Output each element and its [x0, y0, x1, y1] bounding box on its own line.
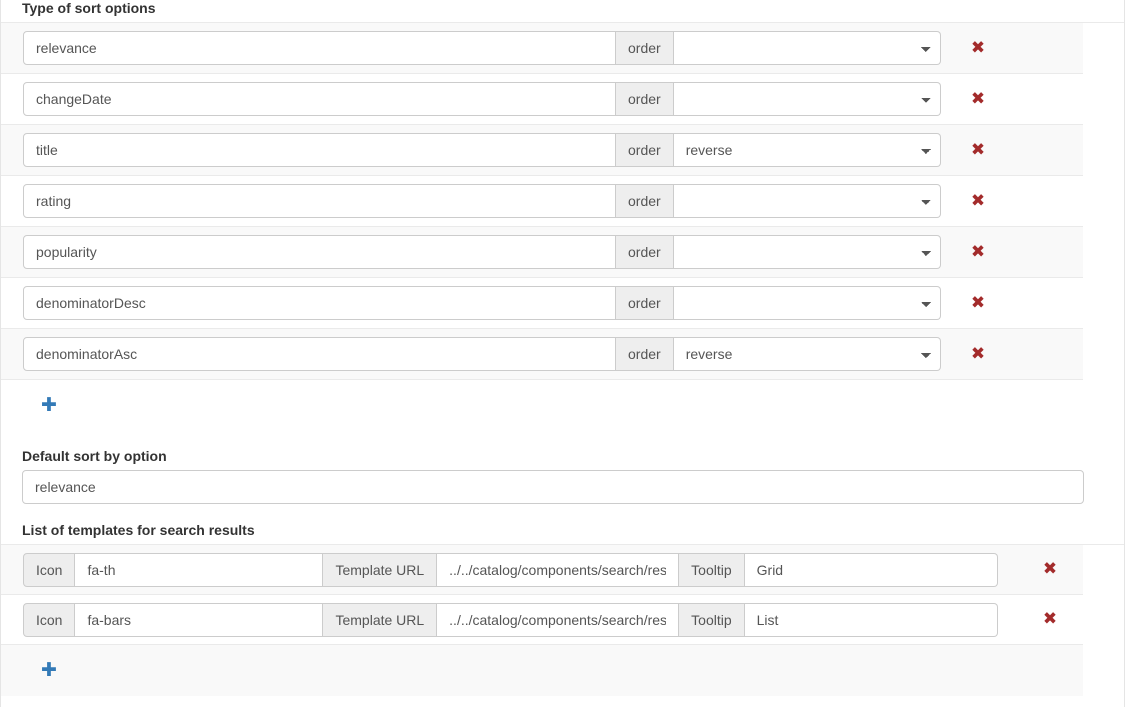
sort-add-row: ✚ — [1, 380, 1083, 431]
remove-sort-option-button[interactable]: ✖ — [967, 139, 989, 161]
remove-sort-option-button[interactable]: ✖ — [967, 292, 989, 314]
sort-option-name-input[interactable] — [23, 133, 616, 167]
sort-option-input-group: orderreverse — [23, 235, 941, 269]
templates-label: List of templates for search results — [22, 522, 255, 538]
sort-option-name-input[interactable] — [23, 337, 616, 371]
sort-order-select[interactable]: reverse — [673, 286, 941, 320]
template-input-group: Icon Template URL Tooltip — [23, 602, 998, 637]
template-row: Icon Template URL Tooltip ✖ — [1, 545, 1083, 595]
default-sort-input[interactable] — [22, 470, 1084, 504]
settings-content: Type of sort options orderreverse✖orderr… — [1, 0, 1124, 707]
sort-option-input-group: orderreverse — [23, 337, 941, 371]
sort-option-input-group: orderreverse — [23, 184, 941, 218]
icon-addon-label: Icon — [23, 552, 76, 587]
order-addon-label: order — [616, 286, 674, 320]
remove-sort-option-button[interactable]: ✖ — [967, 241, 989, 263]
sort-option-row: orderreverse ✖ — [1, 23, 1083, 74]
sort-option-name-input[interactable] — [23, 82, 616, 116]
sort-option-input-group: orderreverse — [23, 82, 941, 116]
sort-option-row: orderreverse ✖ — [1, 176, 1083, 227]
sort-order-select[interactable]: reverse — [673, 31, 941, 65]
sort-option-row: orderreverse ✖ — [1, 227, 1083, 278]
sort-option-name-input[interactable] — [23, 235, 616, 269]
order-addon-label: order — [616, 337, 674, 371]
remove-sort-option-button[interactable]: ✖ — [967, 343, 989, 365]
sort-option-input-group: orderreverse — [23, 31, 941, 65]
sort-option-name-input[interactable] — [23, 31, 616, 65]
tooltip-addon-label: Tooltip — [679, 602, 745, 637]
add-template-button[interactable]: ✚ — [41, 661, 57, 680]
template-url-input[interactable] — [437, 602, 680, 637]
templates-add-row: ✚ — [1, 645, 1083, 696]
sort-option-row: orderreverse ✖ — [1, 74, 1083, 125]
sort-options-list: orderreverse✖orderreverse✖orderreverse✖o… — [1, 22, 1124, 380]
sort-order-select[interactable]: reverse — [673, 133, 941, 167]
templates-list: Icon Template URL Tooltip ✖ Icon Template URL… — [1, 544, 1124, 645]
sort-option-name-input[interactable] — [23, 184, 616, 218]
icon-addon-label: Icon — [23, 602, 76, 637]
sort-order-select[interactable]: reverse — [673, 184, 941, 218]
sort-option-row: orderreverse ✖ — [1, 125, 1083, 176]
order-addon-label: order — [616, 235, 674, 269]
remove-sort-option-button[interactable]: ✖ — [967, 88, 989, 110]
sort-option-name-input[interactable] — [23, 286, 616, 320]
template-row: Icon Template URL Tooltip ✖ — [1, 595, 1083, 645]
add-sort-option-button[interactable]: ✚ — [41, 396, 57, 415]
sort-order-select[interactable]: reverse — [673, 82, 941, 116]
template-input-group: Icon Template URL Tooltip — [23, 552, 998, 587]
settings-page: Type of sort options orderreverse✖orderr… — [0, 0, 1134, 707]
default-sort-label: Default sort by option — [22, 448, 167, 464]
template-tooltip-input[interactable] — [744, 602, 998, 637]
tooltip-addon-label: Tooltip — [679, 552, 745, 587]
sort-option-row: orderreverse ✖ — [1, 329, 1083, 380]
remove-template-button[interactable]: ✖ — [1039, 609, 1061, 631]
template-tooltip-input[interactable] — [744, 552, 998, 587]
sort-option-input-group: orderreverse — [23, 286, 941, 320]
template-icon-input[interactable] — [75, 602, 324, 637]
template-url-addon-label: Template URL — [323, 552, 438, 587]
panel-right-rule — [1124, 0, 1125, 707]
sort-order-select[interactable]: reverse — [673, 235, 941, 269]
sort-option-row: orderreverse ✖ — [1, 278, 1083, 329]
order-addon-label: order — [616, 133, 674, 167]
template-url-input[interactable] — [437, 552, 680, 587]
order-addon-label: order — [616, 184, 674, 218]
order-addon-label: order — [616, 31, 674, 65]
sort-order-select[interactable]: reverse — [673, 337, 941, 371]
sort-options-label: Type of sort options — [22, 0, 156, 16]
remove-sort-option-button[interactable]: ✖ — [967, 190, 989, 212]
template-url-addon-label: Template URL — [323, 602, 438, 637]
remove-sort-option-button[interactable]: ✖ — [967, 37, 989, 59]
order-addon-label: order — [616, 82, 674, 116]
remove-template-button[interactable]: ✖ — [1039, 559, 1061, 581]
template-icon-input[interactable] — [75, 552, 324, 587]
sort-option-input-group: orderreverse — [23, 133, 941, 167]
